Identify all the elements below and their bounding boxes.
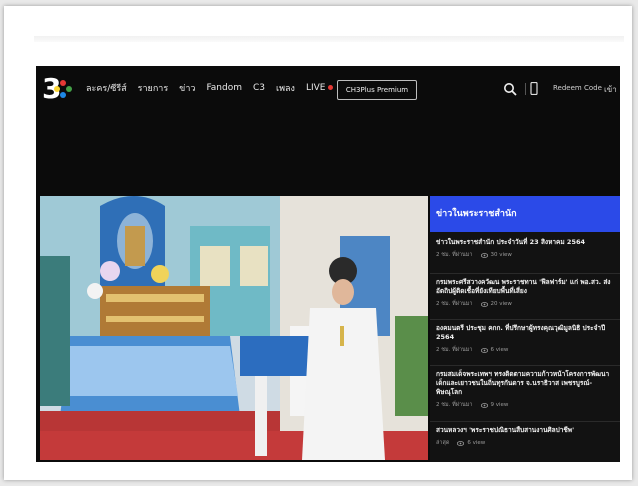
news-item[interactable]: องคมนตรี ประชุม คกก. ที่ปรึกษาผู้ทรงคุณว…: [430, 324, 620, 366]
browser-strip: [34, 36, 624, 42]
eye-icon: [480, 347, 488, 353]
hero-news-photo[interactable]: [40, 196, 428, 460]
news-item[interactable]: กรมสมเด็จพระเทพฯ ทรงติดตามความก้าวหน้าโค…: [430, 370, 620, 422]
news-item[interactable]: กรมพระศรีสวางควัฒน พระราชทาน 'ฟีลฟาร์ม' …: [430, 278, 620, 320]
nav-drama[interactable]: ละคร/ซีรีส์: [86, 81, 127, 95]
eye-icon: [480, 301, 488, 307]
news-time: ล่าสุด: [436, 440, 450, 446]
header-divider: [525, 83, 526, 95]
logo-dot-red: [60, 80, 66, 86]
nav-fandom[interactable]: Fandom: [206, 83, 242, 93]
main-nav: ละคร/ซีรีส์ รายการ ข่าว Fandom C3 เพลง L…: [86, 81, 344, 95]
eye-icon: [480, 252, 488, 258]
nav-c3[interactable]: C3: [253, 83, 265, 93]
news-title[interactable]: ข่าวในพระราชสำนัก ประจำวันที่ 23 สิงหาคม…: [436, 238, 614, 247]
news-time: 2 ชม. ที่ผ่านมา: [436, 347, 473, 353]
site-header: 3 ละคร/ซีรีส์ รายการ ข่าว Fandom C3 เพลง…: [36, 66, 620, 112]
redeem-code-link[interactable]: Redeem Code: [553, 84, 602, 92]
news-meta: 2 ชม. ที่ผ่านมา 9 view: [436, 401, 614, 409]
news-item[interactable]: ข่าวในพระราชสำนัก ประจำวันที่ 23 สิงหาคม…: [430, 238, 620, 274]
ch3-logo[interactable]: 3: [42, 74, 72, 106]
nav-news[interactable]: ข่าว: [179, 81, 195, 95]
logo-dot-blue: [60, 92, 66, 98]
news-title[interactable]: องคมนตรี ประชุม คกก. ที่ปรึกษาผู้ทรงคุณว…: [436, 324, 614, 342]
royal-news-sidebar: ข่าวในพระราชสำนัก ข่าวในพระราชสำนัก ประจ…: [430, 196, 620, 462]
news-views: 20 view: [490, 301, 512, 307]
news-time: 2 ชม. ที่ผ่านมา: [436, 402, 473, 408]
logo-dot-yellow: [54, 86, 60, 92]
news-views: 6 view: [490, 347, 509, 353]
nav-music[interactable]: เพลง: [276, 81, 295, 95]
news-meta: 2 ชม. ที่ผ่านมา 6 view: [436, 346, 614, 354]
eye-icon: [480, 402, 488, 408]
news-meta: 2 ชม. ที่ผ่านมา 20 view: [436, 300, 614, 308]
live-dot-icon: [328, 85, 334, 90]
sidebar-heading[interactable]: ข่าวในพระราชสำนัก: [430, 196, 620, 232]
premium-button[interactable]: CH3Plus Premium: [337, 80, 417, 100]
news-time: 2 ชม. ที่ผ่านมา: [436, 301, 473, 307]
search-icon[interactable]: [503, 82, 517, 96]
nav-shows[interactable]: รายการ: [138, 81, 169, 95]
news-views: 9 view: [490, 402, 509, 408]
news-item[interactable]: สวนหลวงฯ 'พระราชปณิธานสืบสานงานศิลปาชีพ'…: [430, 426, 620, 458]
login-link[interactable]: เข้า: [604, 83, 617, 96]
nav-live[interactable]: LIVE: [306, 83, 334, 93]
ch3-website: 3 ละคร/ซีรีส์ รายการ ข่าว Fandom C3 เพลง…: [36, 66, 620, 462]
news-title[interactable]: กรมสมเด็จพระเทพฯ ทรงติดตามความก้าวหน้าโค…: [436, 370, 614, 397]
news-views: 6 view: [467, 440, 486, 446]
news-title[interactable]: สวนหลวงฯ 'พระราชปณิธานสืบสานงานศิลปาชีพ': [436, 426, 614, 435]
eye-icon: [457, 440, 465, 446]
news-title[interactable]: กรมพระศรีสวางควัฒน พระราชทาน 'ฟีลฟาร์ม' …: [436, 278, 614, 296]
mobile-icon[interactable]: [530, 82, 538, 95]
news-views: 30 view: [490, 252, 512, 258]
nav-live-label: LIVE: [305, 83, 326, 93]
news-time: 2 ชม. ที่ผ่านมา: [436, 252, 473, 258]
news-meta: 2 ชม. ที่ผ่านมา 30 view: [436, 251, 614, 259]
news-meta: ล่าสุด 6 view: [436, 439, 614, 447]
logo-dot-green: [66, 86, 72, 92]
